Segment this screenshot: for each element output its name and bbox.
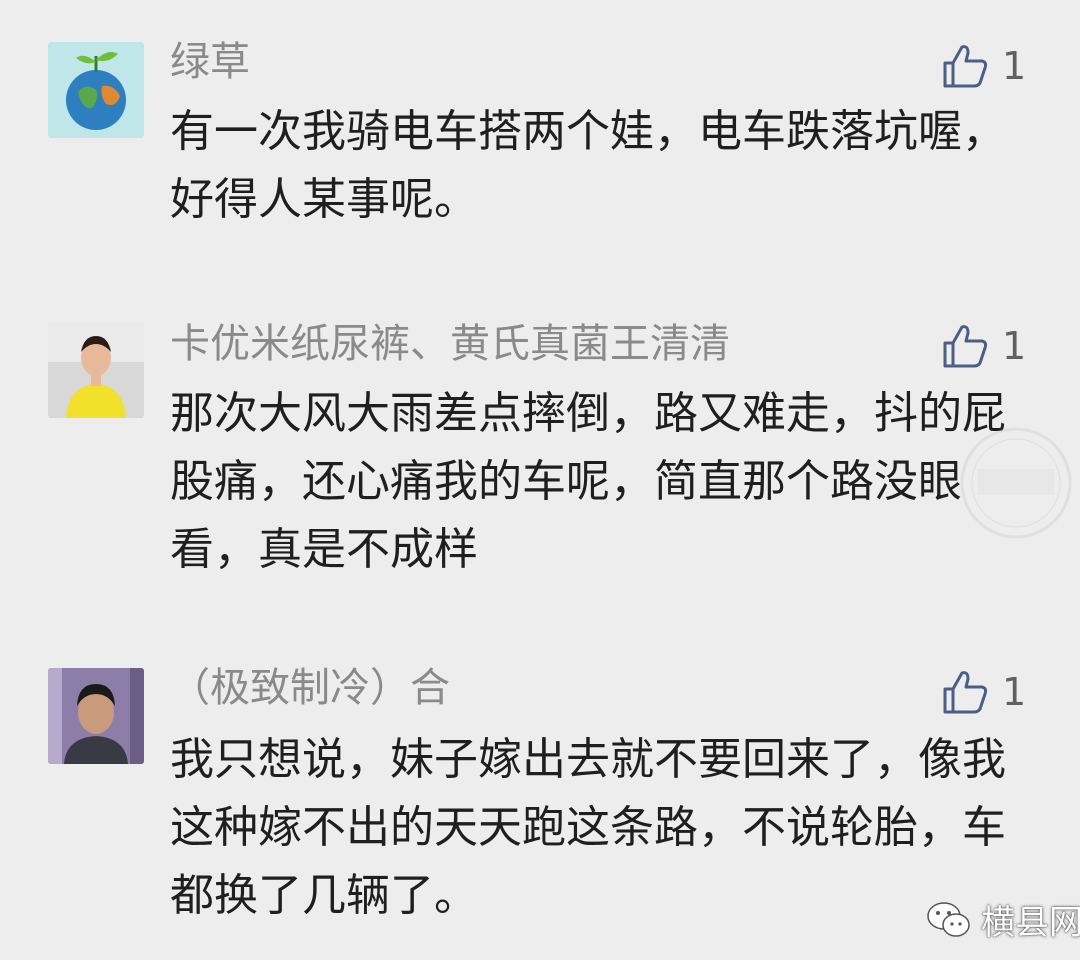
- like-button[interactable]: 1: [940, 664, 1026, 720]
- avatar[interactable]: [48, 322, 144, 418]
- comment-text: 有一次我骑电车搭两个娃，电车跌落坑喔，好得人某事呢。: [170, 106, 1006, 225]
- like-count: 1: [1002, 44, 1027, 88]
- avatar[interactable]: [48, 42, 144, 138]
- nickname[interactable]: 绿草: [170, 38, 250, 86]
- avatar[interactable]: [48, 668, 144, 764]
- seal-watermark: [960, 427, 1072, 539]
- comment-text: 我只想说，妹子嫁出去就不要回来了，像我这种嫁不出的天天跑这条路，不说轮胎，车都换…: [170, 734, 1006, 921]
- like-button[interactable]: 1: [940, 318, 1026, 374]
- like-count: 1: [1002, 324, 1027, 368]
- nickname[interactable]: （极致制冷）合: [170, 664, 450, 712]
- thumbs-up-icon: [943, 671, 988, 714]
- like-count: 1: [1002, 670, 1027, 714]
- comment-text: 那次大风大雨差点摔倒，路又难走，抖的屁股痛，还心痛我的车呢，简直那个路没眼看，真…: [170, 388, 1006, 575]
- like-button[interactable]: 1: [940, 38, 1026, 94]
- brand-watermark: 横县网: [925, 895, 1080, 944]
- wechat-icon: [927, 901, 970, 937]
- brand-name: 横县网: [981, 903, 1080, 943]
- thumbs-up-icon: [943, 45, 988, 88]
- thumbs-up-icon: [943, 325, 988, 368]
- nickname[interactable]: 卡优米纸尿裤、黄氏真菌王清清: [170, 320, 730, 368]
